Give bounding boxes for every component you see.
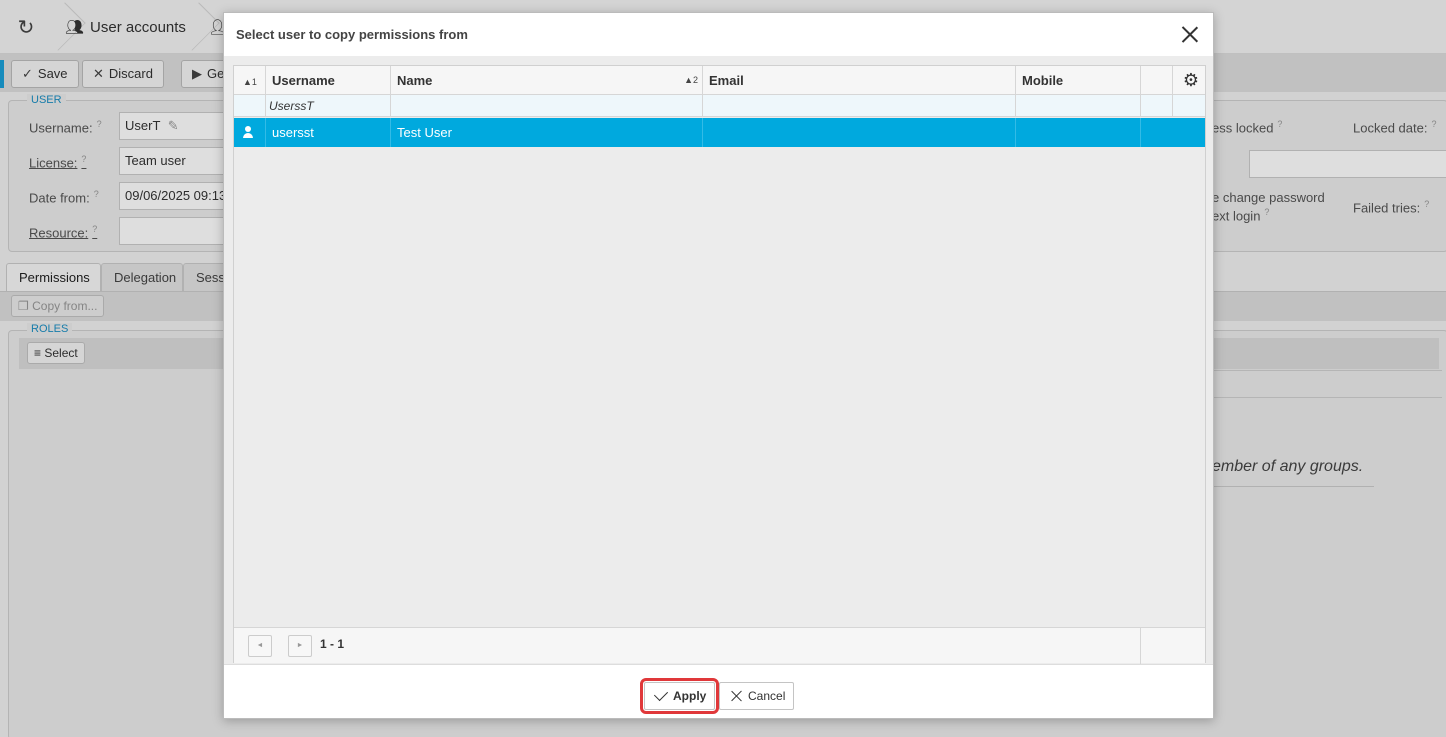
column-email[interactable]: Email [703, 66, 1016, 95]
footer-divider [1140, 628, 1141, 664]
email-cell [703, 118, 1016, 147]
table-row[interactable]: usersst Test User [234, 118, 1205, 147]
cancel-button[interactable]: Cancel [719, 682, 795, 710]
next-page-button[interactable]: ► [288, 635, 312, 657]
users-grid: ▲1 Username Name ▲2 Email Mobile ⚙︎ Users… [233, 65, 1206, 664]
copy-permissions-dialog: Select user to copy permissions from ▲1 … [223, 12, 1214, 719]
column-username[interactable]: Username [266, 66, 391, 95]
column-row-icon-sort[interactable]: ▲1 [234, 66, 266, 95]
apply-button[interactable]: Apply [639, 678, 720, 714]
pagination-info: 1 - 1 [320, 637, 345, 651]
dialog-header: Select user to copy permissions from [224, 13, 1213, 56]
previous-page-button[interactable]: ◄ [248, 635, 272, 657]
mobile-cell [1016, 118, 1141, 147]
column-spacer [1141, 66, 1173, 95]
mobile-filter-input[interactable] [1016, 95, 1141, 117]
column-mobile[interactable]: Mobile [1016, 66, 1141, 95]
close-icon[interactable] [1179, 23, 1201, 45]
dialog-title: Select user to copy permissions from [236, 27, 468, 42]
column-name[interactable]: Name ▲2 [391, 66, 703, 95]
filter-cell-icon [234, 95, 266, 117]
row-icon-cell [234, 118, 266, 147]
gear-icon[interactable]: ⚙︎ [1183, 71, 1199, 89]
name-cell: Test User [391, 118, 703, 147]
pagination-bar: ◄ ► 1 - 1 [234, 627, 1205, 664]
check-icon [653, 686, 669, 702]
email-filter-input[interactable] [703, 95, 1016, 117]
close-icon [731, 690, 743, 702]
sort-indicator: ▲2 [684, 75, 698, 85]
username-cell: usersst [266, 118, 391, 147]
dialog-footer: Apply Cancel [224, 664, 1213, 718]
grid-header: ▲1 Username Name ▲2 Email Mobile ⚙︎ [234, 66, 1205, 95]
name-filter-input[interactable] [391, 95, 703, 117]
user-icon [242, 126, 254, 138]
filter-cell-spacer [1141, 95, 1173, 117]
filter-row: UserssT [234, 95, 1205, 117]
username-filter-input[interactable]: UserssT [266, 95, 391, 117]
